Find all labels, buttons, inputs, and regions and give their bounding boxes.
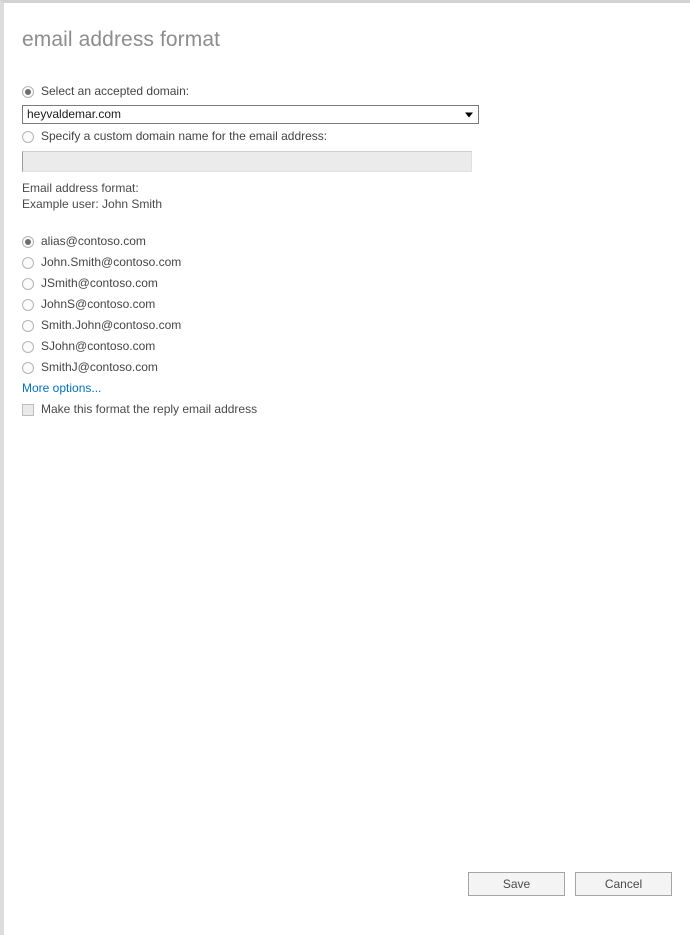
- domain-selection-section: Select an accepted domain: heyvaldemar.c…: [22, 81, 672, 420]
- example-user-label: Example user: John Smith: [22, 197, 163, 212]
- save-button[interactable]: Save: [468, 872, 565, 896]
- format-option-radio[interactable]: [22, 319, 34, 332]
- format-option-label: SJohn@contoso.com: [41, 339, 156, 354]
- format-option-label: JohnS@contoso.com: [41, 297, 156, 312]
- format-option-label: John.Smith@contoso.com: [41, 255, 182, 270]
- format-option-radio[interactable]: [22, 340, 34, 353]
- format-option-label: JSmith@contoso.com: [41, 276, 158, 291]
- format-option-row[interactable]: SJohn@contoso.com: [22, 336, 672, 357]
- custom-domain-input[interactable]: [22, 151, 472, 173]
- format-option-radio[interactable]: [22, 256, 34, 269]
- dialog-content: email address format Select an accepted …: [4, 3, 690, 935]
- custom-domain-radio[interactable]: [22, 130, 34, 143]
- format-option-radio[interactable]: [22, 235, 34, 248]
- custom-domain-label: Specify a custom domain name for the ema…: [41, 129, 328, 144]
- format-option-radio[interactable]: [22, 298, 34, 311]
- more-options-link[interactable]: More options...: [22, 380, 672, 396]
- chevron-down-icon: [465, 112, 473, 118]
- page-title: email address format: [22, 28, 221, 51]
- format-option-row[interactable]: John.Smith@contoso.com: [22, 252, 672, 273]
- accepted-domain-radio-row[interactable]: Select an accepted domain:: [22, 81, 672, 102]
- format-option-radio[interactable]: [22, 361, 34, 374]
- format-option-row[interactable]: Smith.John@contoso.com: [22, 315, 672, 336]
- format-option-row[interactable]: JohnS@contoso.com: [22, 294, 672, 315]
- format-option-radio[interactable]: [22, 277, 34, 290]
- accepted-domain-label: Select an accepted domain:: [41, 84, 190, 99]
- accepted-domain-select-value: heyvaldemar.com: [27, 107, 122, 122]
- format-options-list: alias@contoso.com John.Smith@contoso.com…: [22, 231, 672, 378]
- reply-address-checkbox-row[interactable]: Make this format the reply email address: [22, 399, 672, 420]
- accepted-domain-radio[interactable]: [22, 85, 34, 98]
- reply-address-checkbox[interactable]: [22, 403, 34, 416]
- format-option-row[interactable]: JSmith@contoso.com: [22, 273, 672, 294]
- format-option-label: alias@contoso.com: [41, 234, 146, 249]
- custom-domain-radio-row[interactable]: Specify a custom domain name for the ema…: [22, 126, 672, 147]
- email-address-format-dialog: email address format Select an accepted …: [0, 0, 690, 935]
- format-option-label: Smith.John@contoso.com: [41, 318, 182, 333]
- format-option-row[interactable]: SmithJ@contoso.com: [22, 357, 672, 378]
- accepted-domain-select[interactable]: heyvaldemar.com: [22, 105, 479, 125]
- dialog-footer: Save Cancel: [468, 872, 672, 896]
- format-info-label: Email address format:: [22, 181, 139, 196]
- format-option-row[interactable]: alias@contoso.com: [22, 231, 672, 252]
- format-info: Email address format: Example user: John…: [22, 180, 672, 212]
- cancel-button[interactable]: Cancel: [575, 872, 672, 896]
- reply-address-label: Make this format the reply email address: [41, 402, 258, 417]
- format-option-label: SmithJ@contoso.com: [41, 360, 158, 375]
